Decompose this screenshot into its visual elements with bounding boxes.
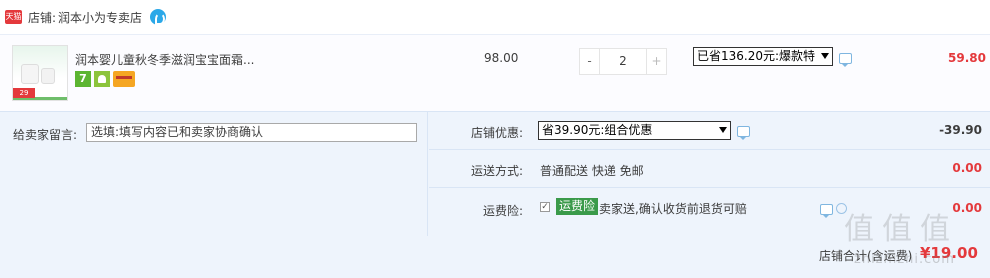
shop-discount-select[interactable]: 省39.90元:组合优惠 [538, 121, 731, 140]
quantity-input[interactable]: 2 [600, 48, 646, 75]
insurance-description: 卖家送,确认收货前退货可赔 [599, 202, 747, 216]
increase-quantity-button[interactable]: + [646, 48, 667, 75]
product-title-link[interactable]: 润本婴儿童秋冬季滋润宝宝面霜... [75, 51, 254, 68]
product-thumbnail[interactable]: 29 [12, 45, 68, 101]
promotion-info-icon[interactable] [839, 53, 852, 67]
shop-total-label: 店铺合计(含运费) [819, 249, 913, 263]
item-promotion-select[interactable]: 已省136.20元:爆款特 [693, 47, 833, 66]
shop-total-amount: ¥19.00 [920, 244, 978, 262]
seller-message-input[interactable]: 选填:填写内容已和卖家协商确认 [86, 123, 417, 142]
shop-name-link[interactable]: 润本小为专卖店 [58, 9, 142, 26]
shipping-method: 普通配送 快递 免邮 [540, 164, 644, 178]
item-promotion-value: 已省136.20元:爆款特 [697, 49, 816, 63]
service-icons: 7 [75, 71, 135, 87]
seller-message-label: 给卖家留言: [13, 128, 78, 142]
help-icon[interactable] [836, 203, 847, 214]
shop-label: 店铺: [28, 10, 57, 25]
shop-header: 天猫 店铺: 润本小为专卖店 [0, 0, 990, 34]
shipping-amount: 0.00 [952, 161, 982, 175]
insurance-amount: 0.00 [952, 201, 982, 215]
unit-price: 98.00 [484, 51, 519, 65]
cart-item-row: 29 润本婴儿童秋冬季滋润宝宝面霜... 7 98.00 - 2 + 已省136… [0, 34, 990, 111]
seller-message-panel: 给卖家留言: 选填:填写内容已和卖家协商确认 [0, 112, 428, 236]
shop-discount-value: 省39.90元:组合优惠 [542, 123, 653, 137]
shop-discount-label: 店铺优惠: [470, 126, 523, 140]
thumb-price-tag: 29 [13, 88, 35, 98]
shipping-row: 运送方式: 普通配送 快递 免邮 0.00 [429, 150, 990, 188]
dropdown-arrow-icon [719, 127, 727, 133]
item-subtotal: 59.80 [948, 51, 986, 65]
quantity-stepper: - 2 + [579, 48, 667, 75]
shipping-label: 运送方式: [470, 164, 523, 178]
credit-card-icon[interactable] [113, 71, 135, 87]
insurance-info-icon[interactable] [820, 204, 833, 218]
insurance-label: 运费险: [482, 204, 523, 218]
mobile-icon[interactable] [94, 71, 110, 87]
shop-discount-amount: -39.90 [939, 123, 982, 137]
seven-day-return-icon[interactable]: 7 [75, 71, 91, 87]
discount-info-icon[interactable] [737, 126, 750, 140]
shop-discount-row: 店铺优惠: 省39.90元:组合优惠 -39.90 [429, 112, 990, 150]
dropdown-arrow-icon [821, 53, 829, 59]
decrease-quantity-button[interactable]: - [579, 48, 600, 75]
tmall-icon: 天猫 [5, 10, 22, 24]
insurance-checkbox[interactable]: ✓ [540, 202, 550, 212]
insurance-row: 运费险: ✓ 运费险 卖家送,确认收货前退货可赔 0.00 [429, 188, 990, 228]
shop-total-row: 店铺合计(含运费) ¥19.00 [0, 232, 990, 278]
wangwang-chat-icon[interactable] [150, 9, 167, 25]
insurance-badge: 运费险 [556, 198, 599, 215]
